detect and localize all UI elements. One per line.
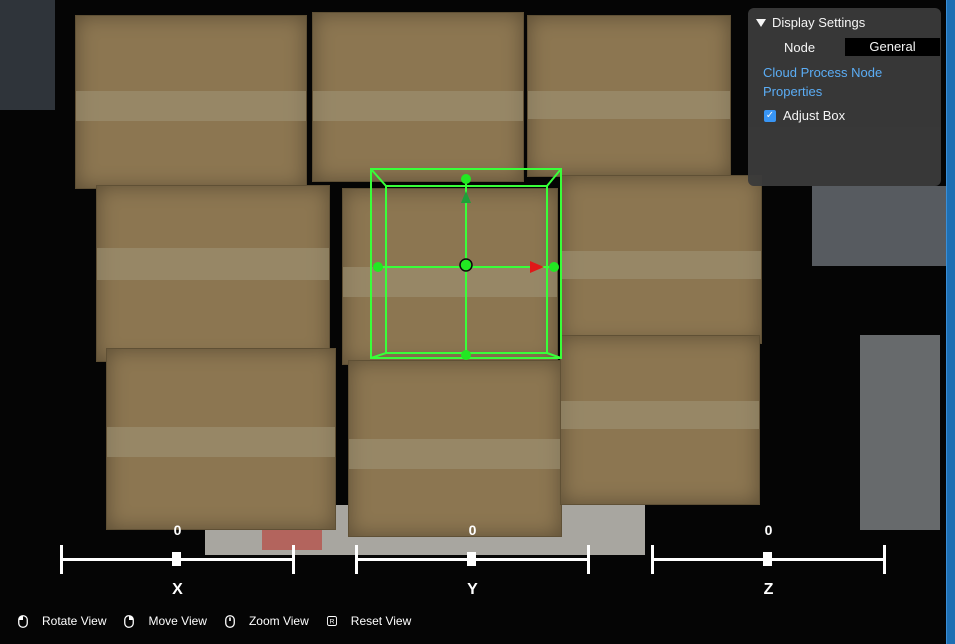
triangle-down-icon — [756, 18, 766, 27]
view-controls-hint: Rotate View Move View Zoom View R Reset … — [18, 614, 429, 628]
adjust-box-checkbox[interactable]: ✓ — [764, 109, 776, 122]
mouse-left-icon — [18, 614, 28, 628]
display-settings-toggle[interactable]: Display Settings — [756, 15, 865, 30]
adjust-box-label: Adjust Box — [783, 108, 846, 123]
key-r-icon: R — [326, 615, 337, 628]
hint-move-label: Move View — [148, 614, 207, 628]
node-row: Node General — [748, 38, 941, 56]
slider-x-thumb[interactable] — [172, 552, 181, 566]
window-frame-right — [946, 0, 955, 644]
svg-text:R: R — [329, 618, 334, 625]
mouse-right-icon — [124, 614, 135, 628]
slider-y-value: 0 — [468, 522, 477, 538]
hint-zoom-label: Zoom View — [248, 614, 309, 628]
hint-rotate: Rotate View — [18, 614, 106, 628]
mouse-wheel-icon — [225, 614, 235, 628]
hint-reset: R Reset View — [326, 614, 412, 628]
slider-z[interactable]: 0 Z — [651, 520, 886, 602]
slider-y-thumb[interactable] — [467, 552, 476, 566]
slider-y[interactable]: 0 Y — [355, 520, 590, 602]
slider-z-thumb[interactable] — [763, 552, 772, 566]
cloud-process-node-properties-link[interactable]: Cloud Process Node Properties — [763, 63, 933, 101]
hint-reset-label: Reset View — [350, 614, 412, 628]
hint-move: Move View — [124, 614, 207, 628]
node-label: Node — [784, 40, 816, 55]
slider-z-label: Z — [763, 581, 774, 598]
hint-zoom: Zoom View — [225, 614, 309, 628]
node-select[interactable]: General — [845, 38, 940, 56]
slider-x[interactable]: 0 X — [60, 520, 295, 602]
handle-center — [459, 258, 473, 272]
handle-right — [549, 262, 559, 272]
handle-bottom — [461, 350, 471, 360]
slider-x-value: 0 — [173, 522, 182, 538]
y-axis-arrow — [461, 191, 471, 203]
handle-left — [373, 262, 383, 272]
handle-top — [461, 174, 471, 184]
slider-y-label: Y — [467, 581, 478, 598]
slider-z-value: 0 — [764, 522, 773, 538]
display-settings-panel: Display Settings Node General Cloud Proc… — [748, 8, 941, 186]
adjust-box-checkbox-row[interactable]: ✓ Adjust Box — [764, 108, 845, 123]
hint-rotate-label: Rotate View — [42, 614, 107, 628]
x-axis-arrow — [530, 261, 544, 273]
slider-x-label: X — [172, 581, 183, 598]
display-settings-title: Display Settings — [772, 15, 866, 30]
